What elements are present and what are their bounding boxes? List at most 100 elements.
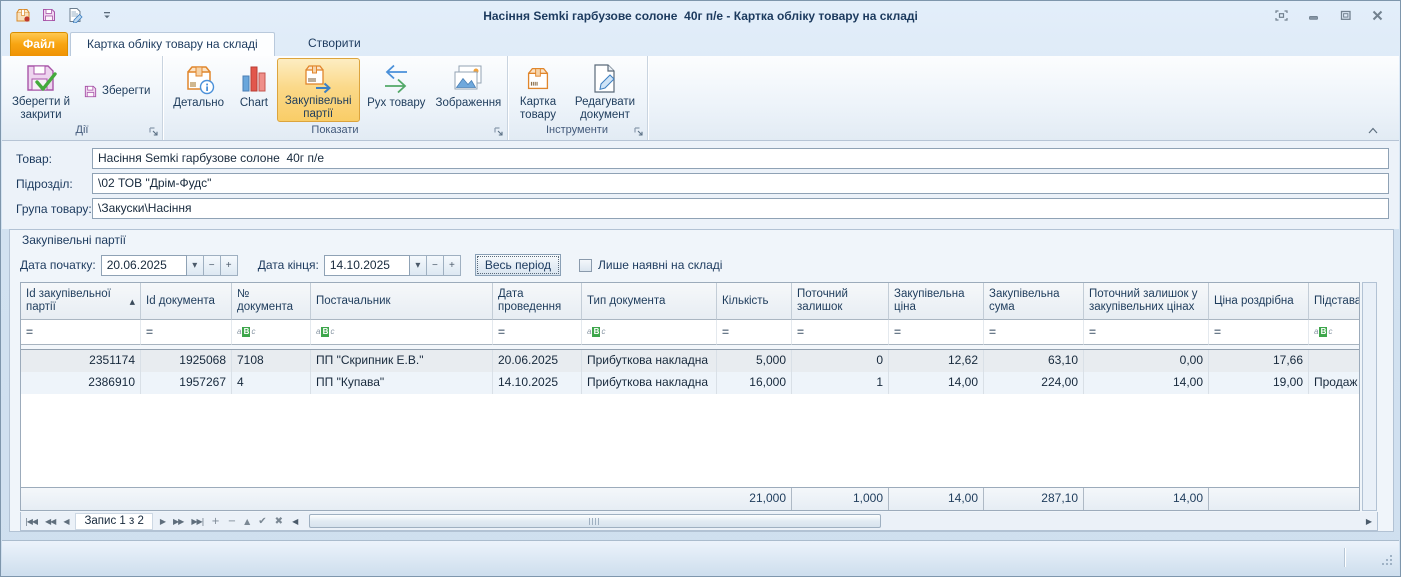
- table-cell[interactable]: 4: [232, 372, 311, 394]
- dialog-launcher-icon[interactable]: [148, 126, 159, 137]
- hscroll-right-icon[interactable]: ▶: [1361, 517, 1377, 526]
- save-and-close-button[interactable]: Зберегти й закрити: [5, 58, 77, 122]
- column-header[interactable]: Id документа: [141, 283, 232, 320]
- dialog-launcher-icon[interactable]: [633, 126, 644, 137]
- product-field[interactable]: Насіння Semki гарбузове солоне 40г п/е: [92, 148, 1389, 169]
- column-header[interactable]: Тип документа: [582, 283, 717, 320]
- nav-cancel-button[interactable]: ✖: [271, 516, 287, 527]
- table-cell[interactable]: 0: [792, 350, 889, 372]
- auto-filter-cell[interactable]: =: [1084, 320, 1209, 345]
- column-header[interactable]: Постачальник: [311, 283, 493, 320]
- table-cell[interactable]: ПП "Купава": [311, 372, 493, 394]
- auto-filter-cell[interactable]: =: [984, 320, 1084, 345]
- product-group-field[interactable]: \Закуски\Насіння: [92, 198, 1389, 219]
- qat-dropdown-icon[interactable]: [98, 6, 116, 24]
- tab-create[interactable]: Створити: [294, 32, 375, 56]
- details-button[interactable]: Детально: [166, 58, 231, 122]
- auto-filter-cell[interactable]: =: [141, 320, 232, 345]
- nav-prev-button[interactable]: ◀: [59, 517, 72, 526]
- vertical-scrollbar[interactable]: [1362, 282, 1377, 511]
- table-cell[interactable]: 20.06.2025: [493, 350, 582, 372]
- table-cell[interactable]: 16,000: [717, 372, 792, 394]
- column-header[interactable]: Закупівельна ціна: [889, 283, 984, 320]
- table-cell[interactable]: Прибуткова накладна: [582, 372, 717, 394]
- fullscreen-icon[interactable]: [1273, 8, 1289, 22]
- table-cell[interactable]: 14.10.2025: [493, 372, 582, 394]
- edit-document-button[interactable]: Редагувати документ: [566, 58, 644, 122]
- column-header[interactable]: Закупівельна сума: [984, 283, 1084, 320]
- auto-filter-cell[interactable]: aBc: [1309, 320, 1360, 345]
- auto-filter-cell[interactable]: =: [792, 320, 889, 345]
- date-end-dropdown-icon[interactable]: ▾: [410, 255, 427, 276]
- save-button[interactable]: Зберегти: [77, 80, 156, 102]
- table-cell[interactable]: 7108: [232, 350, 311, 372]
- table-cell[interactable]: ПП "Скрипник Е.В.": [311, 350, 493, 372]
- table-cell[interactable]: 5,000: [717, 350, 792, 372]
- hscroll-thumb[interactable]: [309, 514, 881, 528]
- date-start-plus-button[interactable]: +: [221, 255, 238, 276]
- collapse-ribbon-icon[interactable]: [1367, 124, 1379, 134]
- table-cell[interactable]: 12,62: [889, 350, 984, 372]
- nav-prev-page-button[interactable]: ◀◀: [41, 517, 59, 526]
- table-cell[interactable]: 2351174: [21, 350, 141, 372]
- auto-filter-cell[interactable]: aBc: [311, 320, 493, 345]
- column-header[interactable]: Id закупівельної партії▲: [21, 283, 141, 320]
- date-end-plus-button[interactable]: +: [444, 255, 461, 276]
- only-in-stock-label[interactable]: Лише наявні на складі: [598, 258, 722, 272]
- goods-movement-button[interactable]: Рух товару: [360, 58, 433, 122]
- table-cell[interactable]: 19,00: [1209, 372, 1309, 394]
- date-end-input[interactable]: 14.10.2025: [324, 255, 410, 276]
- auto-filter-cell[interactable]: =: [717, 320, 792, 345]
- column-header[interactable]: Кількість: [717, 283, 792, 320]
- table-cell[interactable]: 1: [792, 372, 889, 394]
- date-start-input[interactable]: 20.06.2025: [101, 255, 187, 276]
- minimize-icon[interactable]: [1305, 8, 1321, 22]
- table-cell[interactable]: Продаж вроздріб: [1309, 372, 1360, 394]
- column-header[interactable]: Поточний залишок: [792, 283, 889, 320]
- column-header[interactable]: Підстава: [1309, 283, 1360, 320]
- auto-filter-cell[interactable]: =: [1209, 320, 1309, 345]
- nav-first-button[interactable]: |◀◀: [21, 517, 41, 526]
- chart-button[interactable]: Chart: [231, 58, 276, 122]
- date-start-dropdown-icon[interactable]: ▾: [187, 255, 204, 276]
- auto-filter-cell[interactable]: =: [493, 320, 582, 345]
- table-cell[interactable]: 14,00: [889, 372, 984, 394]
- date-end-minus-button[interactable]: −: [427, 255, 444, 276]
- auto-filter-cell[interactable]: =: [889, 320, 984, 345]
- resize-grip-icon[interactable]: [1380, 553, 1393, 569]
- table-cell[interactable]: 1957267: [141, 372, 232, 394]
- nav-next-page-button[interactable]: ▶▶: [169, 517, 187, 526]
- nav-post-button[interactable]: ✔: [254, 516, 270, 527]
- close-icon[interactable]: [1369, 8, 1385, 22]
- table-cell[interactable]: 1925068: [141, 350, 232, 372]
- department-field[interactable]: \02 ТОВ "Дрім-Фудс": [92, 173, 1389, 194]
- images-button[interactable]: Зображення: [433, 58, 504, 122]
- whole-period-button[interactable]: Весь період: [475, 254, 561, 276]
- tab-file[interactable]: Файл: [10, 32, 68, 56]
- auto-filter-cell[interactable]: aBc: [582, 320, 717, 345]
- table-row[interactable]: 238691019572674ПП "Купава"14.10.2025Приб…: [21, 372, 1360, 394]
- save-and-close-icon[interactable]: [14, 6, 32, 24]
- table-cell[interactable]: 2386910: [21, 372, 141, 394]
- table-cell[interactable]: 14,00: [1084, 372, 1209, 394]
- purchase-batches-button[interactable]: Закупівельні партії: [277, 58, 360, 122]
- column-header[interactable]: № документа: [232, 283, 311, 320]
- product-card-button[interactable]: Картка товару: [510, 58, 566, 122]
- dialog-launcher-icon[interactable]: [493, 126, 504, 137]
- horizontal-scrollbar[interactable]: [307, 513, 1361, 530]
- column-header[interactable]: Ціна роздрібна: [1209, 283, 1309, 320]
- hscroll-left-icon[interactable]: ◀: [287, 517, 303, 526]
- table-cell[interactable]: 63,10: [984, 350, 1084, 372]
- table-cell[interactable]: 17,66: [1209, 350, 1309, 372]
- nav-delete-button[interactable]: −: [224, 516, 240, 527]
- column-header[interactable]: Поточний залишок у закупівельних цінах: [1084, 283, 1209, 320]
- only-in-stock-checkbox[interactable]: [579, 259, 592, 272]
- table-cell[interactable]: 224,00: [984, 372, 1084, 394]
- save-icon[interactable]: [40, 6, 58, 24]
- table-row[interactable]: 235117419250687108ПП "Скрипник Е.В."20.0…: [21, 350, 1360, 372]
- tab-card[interactable]: Картка обліку товару на складі: [70, 32, 275, 57]
- nav-edit-button[interactable]: ▲: [240, 517, 254, 526]
- maximize-icon[interactable]: [1337, 8, 1353, 22]
- table-cell[interactable]: 0,00: [1084, 350, 1209, 372]
- table-cell[interactable]: [1309, 350, 1360, 372]
